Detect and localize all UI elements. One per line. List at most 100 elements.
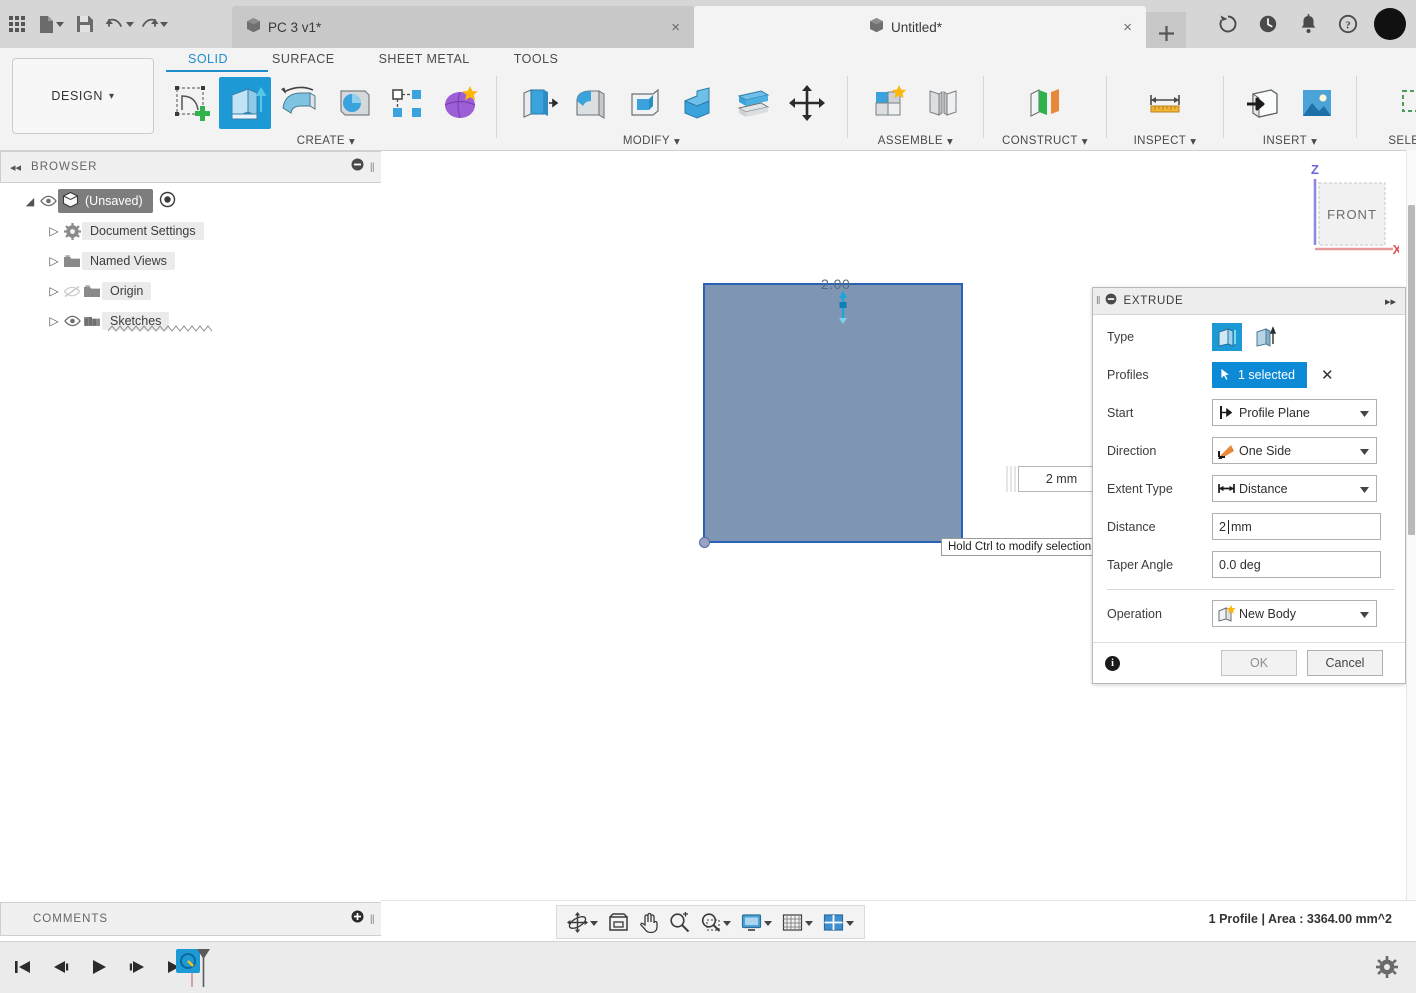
display-settings-icon[interactable] xyxy=(737,908,776,936)
viewports-icon[interactable] xyxy=(819,908,858,936)
sweep-icon[interactable] xyxy=(327,77,379,129)
distance-input[interactable]: 2 mm xyxy=(1212,513,1381,540)
profiles-selected-chip[interactable]: 1 selected xyxy=(1212,362,1307,388)
tab-surface[interactable]: SURFACE xyxy=(250,52,357,66)
tab-solid[interactable]: SOLID xyxy=(166,52,250,66)
create-sketch-icon[interactable] xyxy=(165,77,217,129)
step-back-icon[interactable] xyxy=(46,951,76,983)
step-forward-icon[interactable] xyxy=(122,951,152,983)
visibility-eye-icon[interactable] xyxy=(62,315,82,327)
zoom-window-icon[interactable] xyxy=(696,908,735,936)
undo-icon[interactable] xyxy=(102,0,136,48)
tree-item-document-settings[interactable]: ▷ Document Settings xyxy=(0,216,380,246)
pan-icon[interactable] xyxy=(635,908,663,936)
split-face-icon[interactable] xyxy=(727,77,779,129)
visibility-eye-icon[interactable] xyxy=(38,195,58,207)
pattern-icon[interactable] xyxy=(381,77,433,129)
chevron-down-icon[interactable] xyxy=(805,913,813,931)
chevron-down-icon[interactable] xyxy=(159,21,168,27)
shell-icon[interactable] xyxy=(619,77,671,129)
minus-circle-icon[interactable] xyxy=(1105,292,1117,310)
extrude-solid-icon[interactable] xyxy=(1212,323,1242,351)
panel-construct-label[interactable]: CONSTRUCT ▾ xyxy=(1002,134,1088,148)
direction-dropdown[interactable]: One Side xyxy=(1212,437,1377,464)
start-dropdown[interactable]: Profile Plane xyxy=(1212,399,1377,426)
insert-derive-icon[interactable] xyxy=(1237,77,1289,129)
extent-type-dropdown[interactable]: Distance xyxy=(1212,475,1377,502)
insert-canvas-icon[interactable] xyxy=(1291,77,1343,129)
recent-icon[interactable] xyxy=(1248,0,1288,48)
dialog-drag-grip[interactable]: ‖ xyxy=(1096,295,1100,307)
expand-arrow-icon[interactable]: ▷ xyxy=(46,253,62,269)
tab-sheet-metal[interactable]: SHEET METAL xyxy=(357,52,492,66)
visibility-hidden-icon[interactable] xyxy=(62,285,82,298)
go-to-beginning-icon[interactable] xyxy=(8,951,38,983)
tree-root-chip[interactable]: (Unsaved) xyxy=(58,189,153,213)
chevron-down-icon[interactable] xyxy=(55,21,64,27)
play-icon[interactable] xyxy=(84,951,114,983)
help-icon[interactable]: ? xyxy=(1328,0,1368,48)
chevron-down-icon[interactable] xyxy=(590,913,598,931)
combine-icon[interactable] xyxy=(673,77,725,129)
taper-angle-input[interactable]: 0.0 deg xyxy=(1212,551,1381,578)
panel-assemble-label[interactable]: ASSEMBLE ▾ xyxy=(878,134,953,148)
measure-icon[interactable] xyxy=(1139,77,1191,129)
press-pull-icon[interactable] xyxy=(511,77,563,129)
minus-circle-icon[interactable] xyxy=(351,158,364,176)
grid-snap-icon[interactable] xyxy=(778,908,817,936)
tree-item-sketches[interactable]: ▷ Sketches xyxy=(0,306,380,336)
tab-tools[interactable]: TOOLS xyxy=(492,52,581,66)
chevron-down-icon[interactable] xyxy=(1360,442,1369,460)
clear-selection-icon[interactable]: ✕ xyxy=(1321,368,1334,383)
document-tab-pc3[interactable]: PC 3 v1* × xyxy=(232,6,694,48)
chevron-down-icon[interactable] xyxy=(125,21,134,27)
panel-select-label[interactable]: SELECT ▾ xyxy=(1388,134,1416,148)
refresh-icon[interactable] xyxy=(1208,0,1248,48)
sketch-origin-point[interactable] xyxy=(699,537,710,548)
extrude-icon[interactable] xyxy=(219,77,271,129)
tree-item-named-views[interactable]: ▷ Named Views xyxy=(0,246,380,276)
close-icon[interactable]: × xyxy=(671,20,680,35)
drag-grip-icon[interactable] xyxy=(1006,466,1018,492)
operation-dropdown[interactable]: New Body xyxy=(1212,600,1377,627)
offset-plane-icon[interactable] xyxy=(1019,77,1071,129)
orbit-icon[interactable] xyxy=(563,908,602,936)
chevron-down-icon[interactable] xyxy=(1360,605,1369,623)
view-cube[interactable]: FRONT Z X xyxy=(1289,161,1402,261)
select-window-icon[interactable] xyxy=(1391,77,1416,129)
apps-grid-icon[interactable] xyxy=(0,0,34,48)
panel-modify-label[interactable]: MODIFY ▾ xyxy=(623,134,680,148)
fit-icon[interactable] xyxy=(604,908,633,936)
timeline-settings-icon[interactable] xyxy=(1376,956,1398,983)
tree-item-origin[interactable]: ▷ Origin xyxy=(0,276,380,306)
extruded-profile[interactable] xyxy=(703,283,963,543)
zoom-icon[interactable] xyxy=(665,908,694,936)
chevron-down-icon[interactable] xyxy=(723,913,731,931)
ok-button[interactable]: OK xyxy=(1221,650,1297,676)
distance-input-widget[interactable]: 2 mm xyxy=(1006,466,1105,492)
fillet-icon[interactable] xyxy=(565,77,617,129)
chevron-down-icon[interactable] xyxy=(764,913,772,931)
panel-grip[interactable]: ‖ xyxy=(370,912,375,927)
file-menu-icon[interactable] xyxy=(34,0,68,48)
chevron-down-icon[interactable] xyxy=(1360,480,1369,498)
extrude-arrow-manipulator[interactable] xyxy=(836,291,850,330)
timeline-feature-sketch[interactable] xyxy=(176,949,210,992)
form-icon[interactable] xyxy=(435,77,487,129)
scrollbar-thumb[interactable] xyxy=(1408,205,1415,535)
panel-grip[interactable]: ‖ xyxy=(370,160,375,175)
expand-arrow-icon[interactable]: ▷ xyxy=(46,223,62,239)
user-avatar[interactable] xyxy=(1374,8,1406,40)
extrude-dialog[interactable]: ‖ EXTRUDE ▸▸ Type Profiles 1 selected ✕ … xyxy=(1092,287,1406,684)
redo-icon[interactable] xyxy=(136,0,170,48)
document-tab-untitled[interactable]: Untitled* × xyxy=(694,6,1146,48)
move-copy-icon[interactable] xyxy=(781,77,833,129)
save-icon[interactable] xyxy=(68,0,102,48)
cancel-button[interactable]: Cancel xyxy=(1307,650,1383,676)
extrude-dialog-header[interactable]: ‖ EXTRUDE ▸▸ xyxy=(1093,288,1405,315)
activate-component-icon[interactable] xyxy=(159,191,176,211)
chevron-down-icon[interactable] xyxy=(846,913,854,931)
expand-arrow-icon[interactable]: ▷ xyxy=(46,313,62,329)
new-component-icon[interactable] xyxy=(863,77,915,129)
revolve-icon[interactable] xyxy=(273,77,325,129)
